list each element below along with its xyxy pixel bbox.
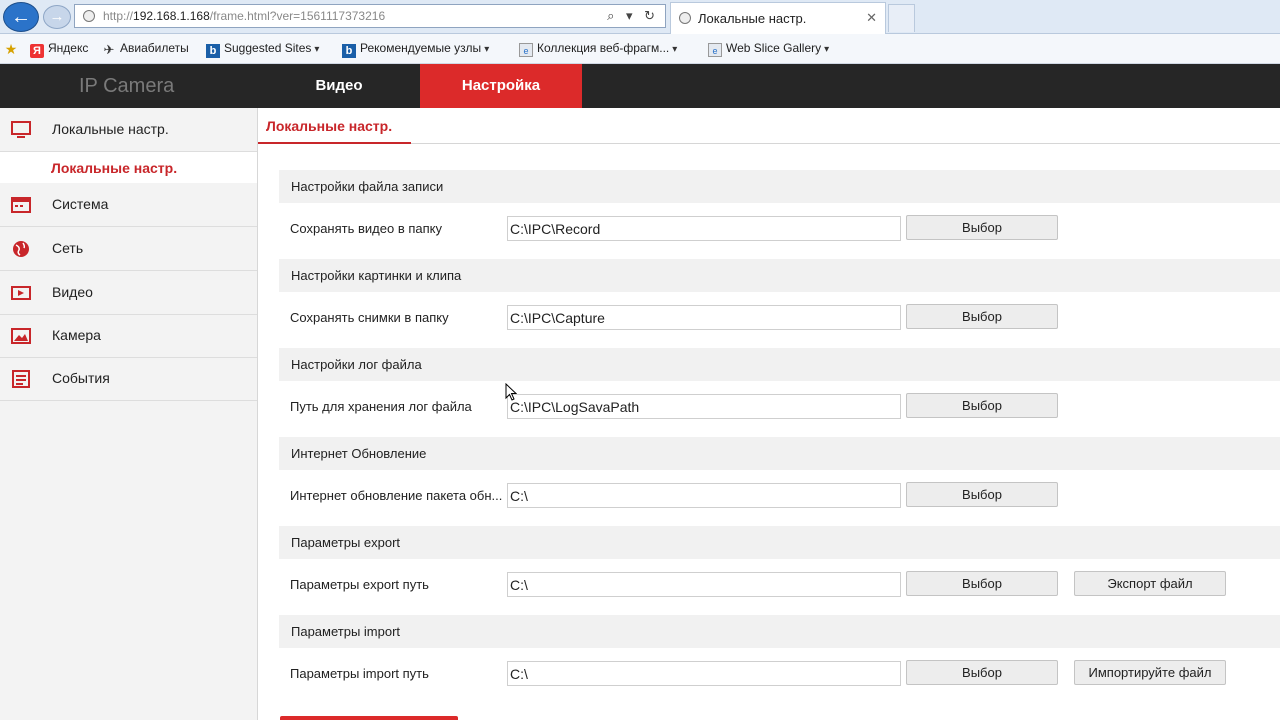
section-export-params: Параметры export xyxy=(279,526,1280,559)
section-title: Настройки картинки и клипа xyxy=(291,268,462,283)
sidebar-item-label: Видео xyxy=(52,284,93,300)
sidebar-item-video[interactable]: Видео xyxy=(0,271,257,315)
close-icon[interactable]: ✕ xyxy=(866,10,877,26)
save-button-partial[interactable] xyxy=(280,716,458,720)
sidebar-item-system[interactable]: Система xyxy=(0,183,257,227)
bing-icon: b xyxy=(206,44,220,58)
capture-path-label: Сохранять снимки в папку xyxy=(290,310,449,325)
plane-icon: ✈ xyxy=(103,42,115,57)
log-path-input[interactable] xyxy=(507,394,901,419)
sidebar: Локальные настр. Локальные настр. Систем… xyxy=(0,108,258,720)
monitor-icon xyxy=(11,121,31,138)
section-internet-update: Интернет Обновление xyxy=(279,437,1280,470)
tab-local-settings[interactable]: Локальные настр. xyxy=(258,108,411,144)
favorites-bar: ★ Я Яндекс ✈ Авиабилеты b Suggested Sites ▾ … xyxy=(0,34,1280,64)
page-icon xyxy=(83,10,95,22)
chevron-down-icon: ▾ xyxy=(314,44,320,55)
import-browse-button[interactable]: Выбор xyxy=(906,660,1058,685)
events-icon xyxy=(12,370,30,388)
sidebar-item-label: Локальные настр. xyxy=(52,121,169,137)
export-browse-button[interactable]: Выбор xyxy=(906,571,1058,596)
ie-icon: e xyxy=(519,43,533,57)
favorite-yandex[interactable]: Я Яндекс xyxy=(30,41,88,58)
page-icon xyxy=(679,12,691,24)
update-path-label: Интернет обновление пакета обн... xyxy=(290,488,503,503)
record-browse-button[interactable]: Выбор xyxy=(906,215,1058,240)
sidebar-item-label: Система xyxy=(52,196,109,212)
sidebar-item-label: Сеть xyxy=(52,240,84,256)
video-icon xyxy=(11,286,31,300)
section-record-settings: Настройки файла записи xyxy=(279,170,1280,203)
import-path-label: Параметры import путь xyxy=(290,666,429,681)
sidebar-item-camera[interactable]: Камера xyxy=(0,314,257,358)
record-path-label: Сохранять видео в папку xyxy=(290,221,442,236)
tab-video[interactable]: Видео xyxy=(258,64,420,108)
forward-button[interactable]: → xyxy=(43,5,71,29)
import-file-button[interactable]: Импортируйте файл xyxy=(1074,660,1226,685)
update-path-input[interactable] xyxy=(507,483,901,508)
section-capture-settings: Настройки картинки и клипа xyxy=(279,259,1280,292)
content-header: Локальные настр. xyxy=(258,108,1280,144)
search-refresh-icon[interactable]: ⌕ ▾ ↻ xyxy=(607,8,659,24)
sidebar-subitem-label: Локальные настр. xyxy=(51,160,178,176)
back-button[interactable]: ← xyxy=(3,2,39,32)
sidebar-item-label: События xyxy=(52,370,110,386)
section-title: Параметры export xyxy=(291,535,401,550)
sidebar-item-events[interactable]: События xyxy=(0,357,257,401)
section-title: Настройки лог файла xyxy=(291,357,422,372)
browser-tab-title: Локальные настр. xyxy=(698,11,807,26)
sidebar-item-label: Камера xyxy=(52,327,101,343)
sidebar-item-local-settings[interactable]: Локальные настр. xyxy=(0,108,257,152)
tab-settings[interactable]: Настройка xyxy=(420,64,582,108)
log-path-label: Путь для хранения лог файла xyxy=(290,399,472,414)
yandex-icon: Я xyxy=(30,44,44,58)
favorite-aviabilety[interactable]: ✈ Авиабилеты xyxy=(102,41,189,57)
section-title: Интернет Обновление xyxy=(291,446,427,461)
app-header: IP Camera Видео Настройка xyxy=(0,64,1280,108)
log-browse-button[interactable]: Выбор xyxy=(906,393,1058,418)
update-browse-button[interactable]: Выбор xyxy=(906,482,1058,507)
favorite-web-slice-collection[interactable]: e Коллекция веб-фрагм... ▾ xyxy=(519,41,677,57)
section-title: Настройки файла записи xyxy=(291,179,444,194)
image-icon xyxy=(11,328,31,344)
ie-icon: e xyxy=(708,43,722,57)
chevron-down-icon: ▾ xyxy=(672,44,678,55)
favorites-button[interactable]: ★ xyxy=(4,41,22,56)
export-path-input[interactable] xyxy=(507,572,901,597)
chevron-down-icon: ▾ xyxy=(824,44,830,55)
browser-toolbar: ← → http://192.168.1.168/frame.html?ver=… xyxy=(0,0,1280,34)
section-log-settings: Настройки лог файла xyxy=(279,348,1280,381)
section-import-params: Параметры import xyxy=(279,615,1280,648)
favorite-recommended-sites[interactable]: b Рекомендуемые узлы ▾ xyxy=(342,41,489,58)
chevron-down-icon: ▾ xyxy=(484,44,490,55)
sidebar-subitem-local-settings[interactable]: Локальные настр. xyxy=(0,152,257,183)
favorites-star-icon: ★ xyxy=(4,41,18,57)
export-file-button[interactable]: Экспорт файл xyxy=(1074,571,1226,596)
record-path-input[interactable] xyxy=(507,216,901,241)
favorite-suggested-sites[interactable]: b Suggested Sites ▾ xyxy=(206,41,319,58)
brand-logo: IP Camera xyxy=(79,75,175,97)
capture-browse-button[interactable]: Выбор xyxy=(906,304,1058,329)
mouse-cursor-icon xyxy=(505,383,517,401)
section-title: Параметры import xyxy=(291,624,401,639)
browser-tab[interactable]: Локальные настр. ✕ xyxy=(670,2,886,34)
export-path-label: Параметры export путь xyxy=(290,577,429,592)
address-bar[interactable]: http://192.168.1.168/frame.html?ver=1561… xyxy=(74,4,666,28)
tab-local-settings-label: Локальные настр. xyxy=(266,118,393,134)
url-text[interactable]: http://192.168.1.168/frame.html?ver=1561… xyxy=(103,9,385,23)
globe-icon xyxy=(13,241,29,257)
system-icon xyxy=(11,197,31,213)
capture-path-input[interactable] xyxy=(507,305,901,330)
arrow-right-icon: → xyxy=(49,8,65,25)
arrow-left-icon: ← xyxy=(11,6,31,28)
sidebar-item-network[interactable]: Сеть xyxy=(0,227,257,271)
new-tab-button[interactable] xyxy=(888,4,915,32)
favorite-web-slice-gallery[interactable]: e Web Slice Gallery ▾ xyxy=(708,41,829,57)
bing-icon: b xyxy=(342,44,356,58)
import-path-input[interactable] xyxy=(507,661,901,686)
